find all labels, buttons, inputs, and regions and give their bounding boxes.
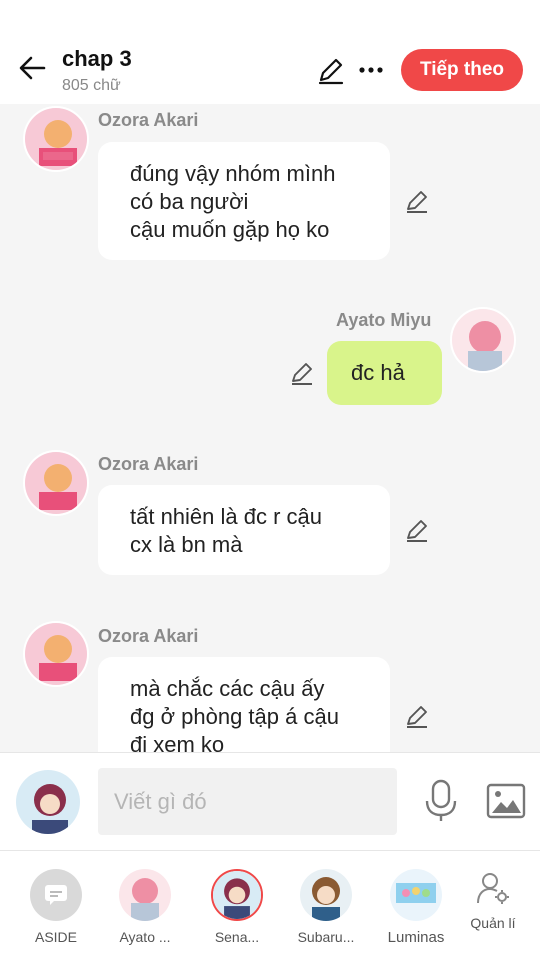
sender-name: Ozora Akari [98,454,199,474]
message-input[interactable] [98,768,397,835]
more-options-icon[interactable] [356,55,386,85]
avatar[interactable] [23,106,89,172]
next-chapter-button[interactable]: Tiếp theo [401,49,523,91]
edit-message-icon[interactable] [404,703,430,729]
aside-icon [30,869,82,921]
message-bubble[interactable]: tất nhiên là đc r cậu cx là bn mà [98,485,390,575]
character-label: ASIDE [34,929,77,945]
edit-message-icon[interactable] [404,188,430,214]
message-line: cậu muốn gặp họ ko [130,217,330,242]
character-luminas[interactable]: Luminas [381,869,451,946]
avatar [211,869,263,921]
message-line: đúng vậy nhóm mình [130,161,336,186]
message-line: đi xem ko [130,732,225,752]
message-line: mà chắc các cậu ấy [130,676,325,701]
avatar[interactable] [23,450,89,516]
chat-area[interactable]: Ozora Akari đúng vậy nhóm mình có ba ngư… [0,104,540,752]
sender-name: Ozora Akari [98,626,199,646]
message-input-bar [0,752,540,850]
manage-characters-button[interactable]: Quản lí [458,871,528,931]
character-aside[interactable]: ASIDE [21,869,91,945]
image-icon[interactable] [486,783,526,819]
character-subaru[interactable]: Subaru... [291,869,361,945]
sender-name: Ozora Akari [98,110,199,130]
character-sena[interactable]: Sena... [202,869,272,945]
selected-character-avatar[interactable] [14,768,82,836]
character-selector-bar: ASIDE Ayato ... Sena... Subaru... Lumina… [0,850,540,960]
message-bubble[interactable]: đc hả [327,341,442,405]
message-line: có ba người [130,189,249,214]
edit-message-icon[interactable] [289,360,315,386]
character-label: Sena... [214,929,260,945]
edit-message-icon[interactable] [404,517,430,543]
word-count: 805 chữ [62,77,121,94]
character-label: Quản lí [470,915,516,931]
avatar [119,869,171,921]
edit-icon[interactable] [316,55,346,85]
character-label: Luminas [387,929,445,946]
top-bar: chap 3 805 chữ Tiếp theo [0,0,540,104]
avatar [390,869,442,921]
character-label: Subaru... [297,929,355,945]
avatar [300,869,352,921]
message-line: tất nhiên là đc r cậu [130,504,323,529]
message-bubble[interactable]: mà chắc các cậu ấy đg ở phòng tập á cậu … [98,657,390,752]
sender-name: Ayato Miyu [336,310,432,330]
message-line: đg ở phòng tập á cậu [130,704,339,729]
character-label: Ayato ... [119,929,171,945]
message-bubble[interactable]: đúng vậy nhóm mình có ba người cậu muốn … [98,142,390,260]
chapter-title: chap 3 [62,46,132,71]
manage-user-icon [477,873,509,904]
back-arrow-icon[interactable] [16,52,48,84]
avatar[interactable] [450,307,516,373]
character-ayato[interactable]: Ayato ... [110,869,180,945]
message-line: đc hả [351,360,405,385]
avatar[interactable] [23,621,89,687]
message-line: cx là bn mà [130,532,243,557]
microphone-icon[interactable] [423,779,459,823]
